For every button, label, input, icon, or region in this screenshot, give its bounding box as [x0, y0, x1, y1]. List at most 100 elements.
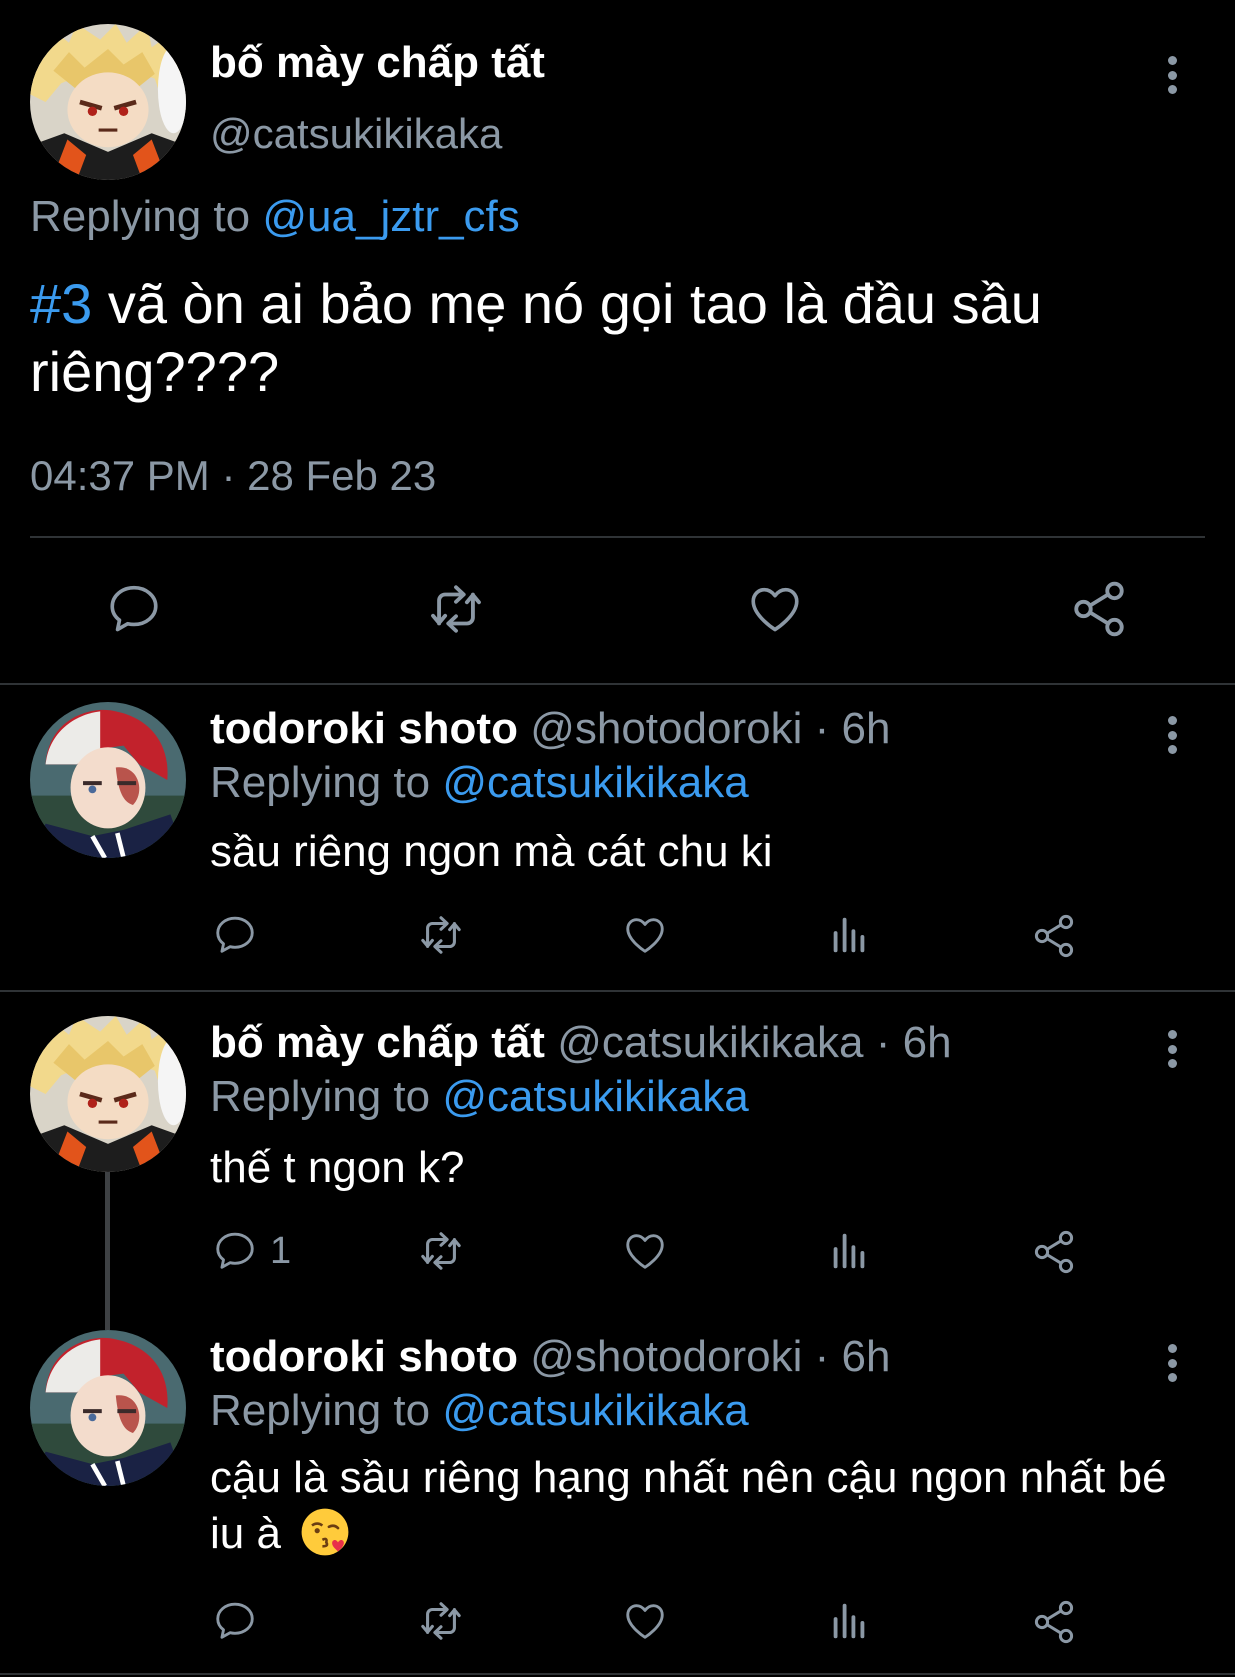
like-button[interactable] [622, 912, 668, 958]
views-icon [826, 1228, 872, 1274]
like-button[interactable] [746, 580, 804, 638]
replying-to-link[interactable]: @catsukikikaka [442, 758, 748, 807]
like-icon [622, 1598, 668, 1644]
views-button[interactable] [826, 1228, 872, 1274]
reply-header: todoroki shoto @shotodoroki · 6h [210, 704, 890, 754]
kissing-face-emoji-icon [301, 1508, 349, 1556]
tweet-text: #3 vã òn ai bảo mẹ nó gọi tao là đầu sầu… [30, 270, 1160, 406]
replying-to-line: Replying to @catsukikikaka [210, 1072, 749, 1122]
divider [0, 683, 1235, 685]
tweet-body: vã òn ai bảo mẹ nó gọi tao là đầu sầu ri… [30, 272, 1042, 403]
replying-to-link[interactable]: @catsukikikaka [442, 1386, 748, 1435]
like-icon [622, 912, 668, 958]
reply-count: 1 [270, 1229, 292, 1272]
share-button[interactable] [1030, 912, 1078, 960]
comment-icon [212, 1598, 258, 1644]
views-icon [826, 1598, 872, 1644]
avatar[interactable] [30, 1330, 186, 1486]
comment-button[interactable] [212, 912, 270, 958]
avatar[interactable] [30, 702, 186, 858]
replying-to-line: Replying to @catsukikikaka [210, 1386, 749, 1436]
more-icon [1167, 1030, 1177, 1039]
reply-body: cậu là sầu riêng hạng nhất nên cậu ngon … [210, 1453, 1167, 1558]
author-name[interactable]: todoroki shoto [210, 1332, 518, 1381]
views-button[interactable] [826, 1598, 872, 1644]
more-icon-dot [1167, 1358, 1177, 1368]
more-icon [1167, 716, 1177, 725]
retweet-button[interactable] [413, 912, 469, 958]
like-button[interactable] [622, 1598, 668, 1644]
share-button[interactable] [1030, 1228, 1078, 1276]
avatar[interactable] [30, 1016, 186, 1172]
avatar-image-icon [30, 24, 186, 180]
more-icon-dot [1167, 745, 1177, 754]
more-icon-dot [1167, 85, 1177, 94]
reply-tweet[interactable]: todoroki shoto @shotodoroki · 6h Replyin… [0, 1314, 1235, 1677]
replying-to-link[interactable]: @catsukikikaka [442, 1072, 748, 1121]
share-button[interactable] [1030, 1598, 1078, 1646]
comment-icon [212, 1228, 258, 1274]
comment-button[interactable] [105, 580, 163, 638]
more-options-button[interactable] [1157, 1024, 1187, 1074]
avatar-image-icon [30, 1016, 186, 1172]
like-button[interactable] [622, 1228, 668, 1274]
tweet-thread-page: bố mày chấp tất @catsukikikaka Replying … [0, 0, 1235, 1677]
retweet-button[interactable] [413, 1598, 469, 1644]
replying-to-label: Replying to [210, 1386, 443, 1435]
author-handle[interactable]: @catsukikikaka [210, 110, 502, 158]
more-icon [1167, 1344, 1177, 1353]
share-icon [1068, 578, 1130, 640]
more-icon [1167, 56, 1177, 65]
more-icon-dot [1167, 1044, 1177, 1054]
replying-to-link[interactable]: @ua_jztr_cfs [262, 192, 519, 241]
author-handle[interactable]: @shotodoroki [530, 704, 802, 753]
reply-text: cậu là sầu riêng hạng nhất nên cậu ngon … [210, 1450, 1170, 1562]
reply-tweet[interactable]: bố mày chấp tất @catsukikikaka · 6h Repl… [0, 1000, 1235, 1330]
share-button[interactable] [1068, 578, 1130, 640]
tweet-timestamp[interactable]: 04:37 PM · 28 Feb 23 [30, 452, 436, 500]
author-handle[interactable]: @shotodoroki [530, 1332, 802, 1381]
author-name[interactable]: todoroki shoto [210, 704, 518, 753]
comment-button[interactable]: 1 [212, 1228, 291, 1274]
avatar[interactable] [30, 24, 186, 180]
more-icon-dot [1167, 1059, 1177, 1068]
more-options-button[interactable] [1157, 710, 1187, 760]
author-name[interactable]: bố mày chấp tất [210, 1018, 545, 1067]
retweet-icon [421, 580, 491, 638]
more-icon-dot [1167, 70, 1177, 80]
replying-to-label: Replying to [210, 1072, 443, 1121]
reply-time[interactable]: · 6h [876, 1018, 952, 1067]
reply-time[interactable]: · 6h [815, 704, 891, 753]
more-options-button[interactable] [1157, 1338, 1187, 1388]
more-options-button[interactable] [1157, 50, 1187, 100]
reply-text: thế t ngon k? [210, 1143, 465, 1192]
reply-header: todoroki shoto @shotodoroki · 6h [210, 1332, 890, 1382]
avatar-image-icon [30, 1330, 186, 1486]
reply-tweet[interactable]: todoroki shoto @shotodoroki · 6h Replyin… [0, 686, 1235, 990]
author-handle[interactable]: @catsukikikaka [557, 1018, 863, 1067]
retweet-icon [413, 1228, 469, 1274]
comment-icon [212, 912, 258, 958]
replying-to-line: Replying to @catsukikikaka [210, 758, 749, 808]
reply-time[interactable]: · 6h [815, 1332, 891, 1381]
share-icon [1030, 912, 1078, 960]
retweet-icon [413, 912, 469, 958]
main-tweet: bố mày chấp tất @catsukikikaka Replying … [0, 0, 1235, 684]
replying-to-line: Replying to @ua_jztr_cfs [30, 192, 520, 242]
more-icon-dot [1167, 1373, 1177, 1382]
replying-to-label: Replying to [30, 192, 263, 241]
author-name[interactable]: bố mày chấp tất [210, 38, 545, 88]
more-icon-dot [1167, 730, 1177, 740]
views-button[interactable] [826, 912, 872, 958]
share-icon [1030, 1598, 1078, 1646]
divider [0, 1673, 1235, 1675]
comment-icon [105, 580, 163, 638]
comment-button[interactable] [212, 1598, 270, 1644]
retweet-icon [413, 1598, 469, 1644]
retweet-button[interactable] [413, 1228, 469, 1274]
replying-to-label: Replying to [210, 758, 443, 807]
like-icon [746, 580, 804, 638]
divider [30, 536, 1205, 538]
hashtag-link[interactable]: #3 [30, 272, 92, 335]
retweet-button[interactable] [421, 580, 491, 638]
